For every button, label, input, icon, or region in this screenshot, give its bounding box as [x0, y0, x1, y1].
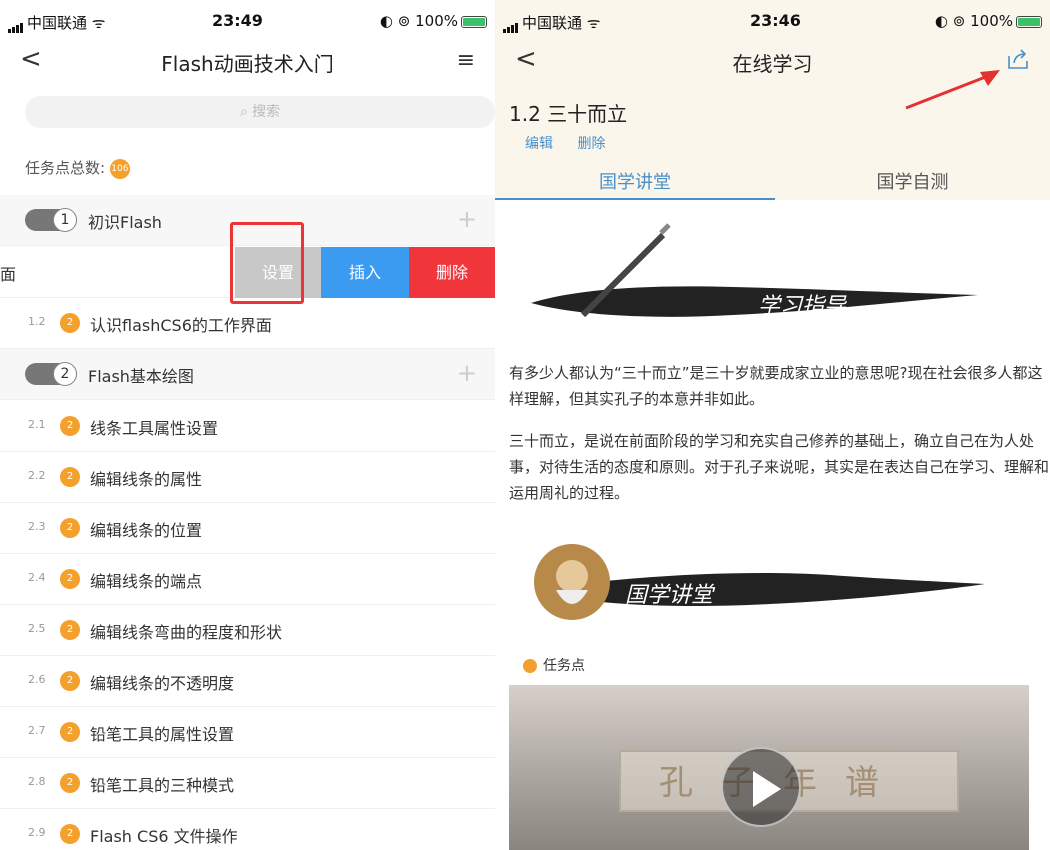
carrier-label: 中国联通 ᯤ — [8, 12, 105, 33]
list-item[interactable]: 2.7 2 铅笔工具的属性设置 — [0, 707, 495, 758]
task-badge: 2 — [60, 313, 80, 333]
signal-icon — [503, 15, 519, 33]
task-badge: 2 — [60, 824, 80, 844]
status-bar: 中国联通 ᯤ 23:49 ◐ ⊚ 100% — [0, 0, 495, 42]
lecture-banner: 国学讲堂 — [534, 544, 985, 620]
delete-button[interactable]: 删除 — [409, 247, 495, 298]
tab-bar: 国学讲堂 国学自测 — [495, 160, 1050, 200]
tab-lecture[interactable]: 国学讲堂 — [495, 168, 775, 194]
delete-link[interactable]: 删除 — [577, 136, 605, 152]
study-guide-banner: 学习指导 — [531, 223, 978, 319]
task-total: 任务点总数: 106 — [25, 158, 130, 179]
list-item[interactable]: 2.2 2 编辑线条的属性 — [0, 452, 495, 503]
edit-link[interactable]: 编辑 — [525, 136, 553, 152]
task-badge: 2 — [60, 569, 80, 589]
status-bar: 中国联通 ᯤ 23:46 ◐ ⊚ 100% — [495, 0, 1050, 42]
list-item[interactable]: 2.5 2 编辑线条弯曲的程度和形状 — [0, 605, 495, 656]
svg-text:国学讲堂: 国学讲堂 — [625, 583, 716, 608]
highlight-box — [230, 222, 304, 304]
list-item[interactable]: 2.8 2 铅笔工具的三种模式 — [0, 758, 495, 809]
task-badge: 2 — [60, 518, 80, 538]
paragraph: 有多少人都认为“三十而立”是三十岁就要成家立业的意思呢?现在社会很多人都这样理解… — [509, 364, 1043, 408]
chapter-title: 初识Flash — [88, 213, 162, 232]
insert-button[interactable]: 插入 — [321, 247, 409, 298]
chapter-toggle[interactable]: 2 — [25, 362, 77, 386]
course-outline-screen: 中国联通 ᯤ 23:49 ◐ ⊚ 100% < Flash动画技术入门 ≡ ⌕ … — [0, 0, 495, 850]
battery-icon — [1016, 15, 1042, 28]
video-player[interactable]: 孔子年谱 — [509, 685, 1029, 850]
search-input[interactable]: ⌕ 搜索 — [25, 96, 495, 128]
tab-self-test[interactable]: 国学自测 — [775, 168, 1050, 194]
task-badge: 2 — [60, 620, 80, 640]
task-badge: 2 — [60, 773, 80, 793]
online-learning-screen: 中国联通 ᯤ 23:46 ◐ ⊚ 100% < 在线学习 1.2 三十而立 编辑… — [495, 0, 1050, 850]
chapter-title: Flash基本绘图 — [88, 367, 194, 386]
lesson-title: 1.2 三十而立 — [509, 102, 628, 126]
status-time: 23:46 — [750, 11, 801, 30]
svg-text:学习指导: 学习指导 — [758, 294, 848, 319]
page-title: Flash动画技术入门 — [161, 52, 334, 76]
list-item[interactable]: 2.3 2 编辑线条的位置 — [0, 503, 495, 554]
menu-icon[interactable]: ≡ — [457, 48, 475, 73]
paragraph: 三十而立，是说在前面阶段的学习和充实自己修养的基础上，确立自己在为人处事，对待生… — [509, 432, 1050, 502]
list-item[interactable]: 2.1 2 线条工具属性设置 — [0, 401, 495, 452]
task-point-label: 任务点 — [523, 655, 585, 675]
status-time: 23:49 — [212, 11, 263, 30]
screenshot-composite: 中国联通 ᯤ 23:49 ◐ ⊚ 100% < Flash动画技术入门 ≡ ⌕ … — [0, 0, 1050, 850]
chapter-toggle[interactable]: 1 — [25, 208, 77, 232]
nav-bar: < Flash动画技术入门 ≡ — [0, 42, 495, 82]
add-icon[interactable]: + — [457, 359, 477, 387]
edit-actions: 编辑 删除 — [525, 133, 625, 153]
battery-indicator: ◐ ⊚ 100% — [380, 12, 487, 30]
list-item[interactable]: 2.4 2 编辑线条的端点 — [0, 554, 495, 605]
add-icon[interactable]: + — [457, 205, 477, 233]
task-badge: 2 — [60, 416, 80, 436]
battery-indicator: ◐ ⊚ 100% — [935, 12, 1042, 30]
battery-icon — [461, 15, 487, 28]
red-arrow-annotation — [905, 70, 1000, 110]
task-point-icon — [523, 659, 537, 673]
chapter-row[interactable]: 2 Flash基本绘图 + — [0, 349, 495, 400]
list-item[interactable]: 2.6 2 编辑线条的不透明度 — [0, 656, 495, 707]
search-icon: ⌕ — [239, 104, 253, 120]
list-item[interactable]: 1.2 2 认识flashCS6的工作界面 — [0, 298, 495, 349]
task-count-badge: 106 — [109, 158, 130, 179]
carrier-label: 中国联通 ᯤ — [503, 12, 600, 33]
signal-icon — [8, 15, 24, 33]
task-badge: 2 — [60, 722, 80, 742]
play-icon[interactable] — [721, 747, 801, 827]
task-badge: 2 — [60, 671, 80, 691]
task-badge: 2 — [60, 467, 80, 487]
list-item[interactable]: 2.9 2 Flash CS6 文件操作 — [0, 809, 495, 850]
